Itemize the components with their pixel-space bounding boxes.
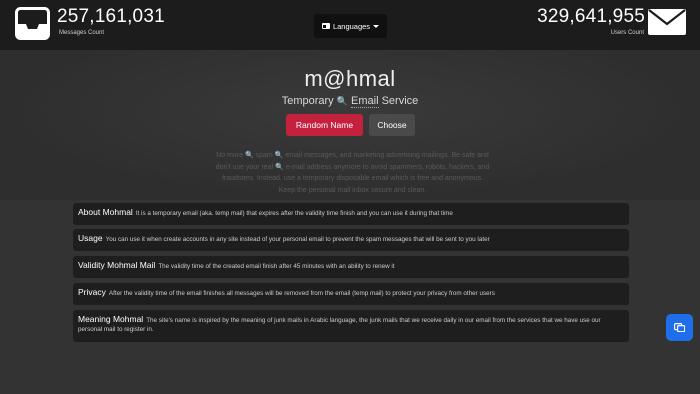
service-description: No more 🔍 spam 🔍 email messages, and mar…: [215, 152, 490, 194]
messages-count: 257,161,031: [57, 6, 165, 27]
info-card-text: The validity time of the created email f…: [158, 263, 395, 270]
users-stat: 329,641,955 Users Count: [537, 6, 645, 37]
tagline-suffix: Service: [378, 95, 419, 107]
info-card-title: Validity Mohmal Mail: [78, 260, 156, 270]
copy-icon: [674, 323, 685, 332]
tagline-email: Email: [351, 95, 379, 108]
users-count-label: Users Count: [610, 30, 644, 36]
random-name-button[interactable]: Random Name: [286, 114, 363, 136]
flag-icon: [321, 23, 330, 29]
site-logo: m@hmal: [304, 66, 396, 91]
envelope-icon: [648, 9, 686, 35]
caret-down-icon: [373, 24, 380, 28]
search-icon: 🔍: [336, 96, 348, 106]
floating-action-button[interactable]: [666, 314, 693, 341]
languages-label: Languages: [332, 21, 371, 31]
info-card-title: Privacy: [78, 287, 106, 297]
info-card-about: About Mohmal It is a temporary email (aka…: [73, 203, 629, 225]
languages-dropdown-button[interactable]: Languages: [314, 14, 387, 38]
info-card-text: You can use it when create accounts in a…: [105, 236, 490, 243]
info-card-validity: Validity Mohmal Mail The validity time of…: [73, 256, 629, 278]
inbox-tray-icon: [15, 7, 50, 40]
tagline: Temporary 🔍 Email Service: [0, 95, 700, 108]
info-card-title: Meaning Mohmal: [78, 314, 144, 324]
info-card-text: The site's name is inspired by the meani…: [78, 317, 601, 333]
tagline-prefix: Temporary: [281, 95, 337, 107]
info-card-privacy: Privacy After the validity time of the em…: [73, 283, 629, 305]
messages-count-label: Messages Count: [59, 30, 105, 36]
info-card-title: Usage: [78, 233, 103, 243]
messages-stat: 257,161,031 Messages Count: [57, 6, 165, 37]
info-card-title: About Mohmal: [78, 207, 133, 217]
users-count: 329,641,955: [537, 6, 645, 27]
info-card-text: It is a temporary email (aka. temp mail)…: [135, 210, 453, 217]
choose-button[interactable]: Choose: [369, 114, 415, 136]
info-card-meaning: Meaning Mohmal The site's name is inspire…: [73, 310, 629, 342]
info-card-text: After the validity time of the email fin…: [108, 290, 495, 297]
info-card-usage: Usage You can use it when create accounts…: [73, 229, 629, 251]
